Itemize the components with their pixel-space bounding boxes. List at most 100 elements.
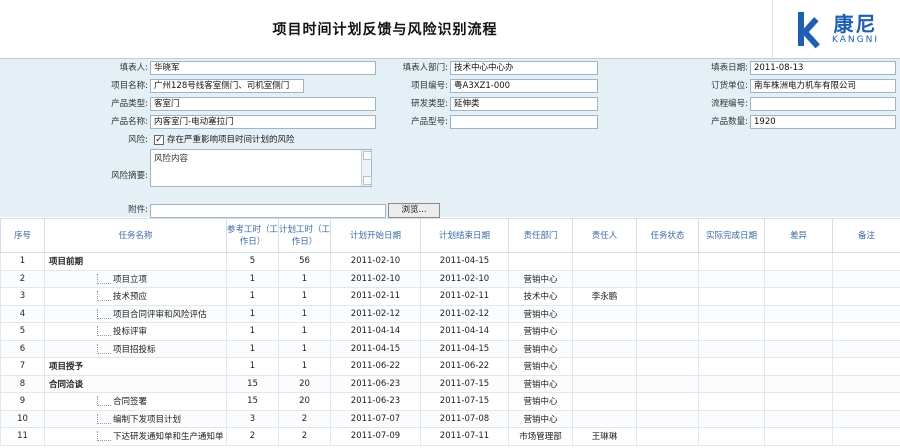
page-header: 项目时间计划反馈与风险识别流程 康尼 KANGNI: [0, 0, 900, 58]
ref-hours: 2: [226, 427, 279, 446]
dept-label: 填表人部门:: [402, 63, 448, 73]
row-number: 1: [0, 252, 45, 271]
project-no-input[interactable]: 粤A3XZ1-000: [450, 79, 598, 93]
task-name: 项目招投标: [44, 339, 227, 358]
plan-hours: 1: [278, 339, 331, 358]
dev-type-input[interactable]: 延伸类: [450, 97, 598, 111]
task-name: 投标评审: [44, 322, 227, 341]
task-status: [636, 339, 699, 358]
risk-summary-text: 风险内容: [154, 154, 189, 164]
plan-end-date: 2011-06-22: [420, 357, 509, 376]
actual-finish-date: [698, 269, 765, 288]
product-type-input[interactable]: 客室门: [150, 97, 376, 111]
row-number: 8: [0, 374, 45, 393]
actual-finish-date: [698, 427, 765, 446]
logo-k-icon: [794, 9, 824, 49]
plan-end-date: 2011-02-11: [420, 287, 509, 306]
table-row[interactable]: 4 项目合同评审和风险评估 1 1 2011-02-12 2011-02-12 营销中心: [0, 304, 900, 323]
plan-start-date: 2011-06-23: [330, 374, 421, 393]
ref-hours: 5: [226, 252, 279, 271]
column-header[interactable]: 备注: [832, 218, 900, 253]
responsible-person: [572, 252, 637, 271]
column-header[interactable]: 差异: [764, 218, 833, 253]
responsible-dept: [508, 252, 573, 271]
column-header[interactable]: 计划结束日期: [420, 218, 509, 253]
project-name-input[interactable]: 广州128号线客室侧门、司机室侧门: [150, 79, 304, 93]
actual-finish-date: [698, 322, 765, 341]
applicant-input[interactable]: 华晓军: [150, 61, 376, 75]
product-qty-input[interactable]: 1920: [750, 115, 896, 129]
remarks: [832, 322, 900, 341]
row-number: 3: [0, 287, 45, 306]
task-name: 项目前期: [44, 252, 227, 271]
ref-hours: 1: [226, 322, 279, 341]
flow-no-input[interactable]: [750, 97, 896, 111]
order-unit-input[interactable]: 南车株洲电力机车有限公司: [750, 79, 896, 93]
product-model-label: 产品型号:: [411, 117, 448, 127]
ref-hours: 1: [226, 304, 279, 323]
column-header[interactable]: 实际完成日期: [698, 218, 765, 253]
task-table-container: 序号 任务名称 参考工时（工作日） 计划工时（工作日） 计划开始日期 计划结束日期 责任部门…: [0, 218, 900, 448]
column-header[interactable]: 计划工时（工作日）: [278, 218, 331, 253]
plan-end-date: 2011-02-12: [420, 304, 509, 323]
table-row[interactable]: 7 项目授予 1 1 2011-06-22 2011-06-22 营销中心: [0, 357, 900, 376]
responsible-person: [572, 409, 637, 428]
variance: [764, 269, 833, 288]
table-row[interactable]: 5 投标评审 1 1 2011-04-14 2011-04-14 营销中心: [0, 322, 900, 341]
tree-connector: [97, 291, 111, 302]
column-header[interactable]: 计划开始日期: [330, 218, 421, 253]
task-name: 技术预应: [44, 287, 227, 306]
product-qty-label: 产品数量:: [711, 117, 748, 127]
date-input[interactable]: 2011-08-13: [750, 61, 896, 75]
remarks: [832, 409, 900, 428]
responsible-dept: 营销中心: [508, 392, 573, 411]
remarks: [832, 252, 900, 271]
plan-hours: 20: [278, 392, 331, 411]
variance: [764, 392, 833, 411]
plan-end-date: 2011-04-14: [420, 322, 509, 341]
actual-finish-date: [698, 287, 765, 306]
browse-button[interactable]: 浏览...: [388, 203, 440, 218]
table-row[interactable]: 9 合同签署 15 20 2011-06-23 2011-07-15 营销中心: [0, 392, 900, 411]
table-row[interactable]: 1 项目前期 5 56 2011-02-10 2011-04-15: [0, 252, 900, 271]
risk-checkbox[interactable]: ✓: [154, 135, 164, 145]
risk-summary-textarea[interactable]: 风险内容: [150, 149, 372, 187]
product-name-input[interactable]: 内客室门-电动塞拉门: [150, 115, 376, 129]
column-header[interactable]: 任务状态: [636, 218, 699, 253]
tree-connector: [97, 326, 111, 337]
column-header[interactable]: 序号: [0, 218, 45, 253]
column-header[interactable]: 责任人: [572, 218, 637, 253]
task-status: [636, 392, 699, 411]
table-row[interactable]: 3 技术预应 1 1 2011-02-11 2011-02-11 技术中心 李永鹏: [0, 287, 900, 306]
column-header[interactable]: 参考工时（工作日）: [226, 218, 279, 253]
textarea-scrollbar[interactable]: [361, 150, 372, 186]
plan-end-date: 2011-02-10: [420, 269, 509, 288]
table-row[interactable]: 6 项目招投标 1 1 2011-04-15 2011-04-15 营销中心: [0, 339, 900, 358]
variance: [764, 339, 833, 358]
plan-end-date: 2011-04-15: [420, 339, 509, 358]
column-header[interactable]: 任务名称: [44, 218, 227, 253]
ref-hours: 1: [226, 287, 279, 306]
table-row[interactable]: 10 编制下发项目计划 3 2 2011-07-07 2011-07-08 营销中心: [0, 409, 900, 428]
ref-hours: 1: [226, 269, 279, 288]
date-label: 填表日期:: [711, 63, 748, 73]
responsible-person: [572, 339, 637, 358]
task-status: [636, 287, 699, 306]
page-title: 项目时间计划反馈与风险识别流程: [272, 22, 498, 38]
responsible-person: 李永鹏: [572, 287, 637, 306]
attachment-input[interactable]: [150, 204, 386, 218]
product-model-input[interactable]: [450, 115, 598, 129]
ref-hours: 3: [226, 409, 279, 428]
plan-start-date: 2011-07-07: [330, 409, 421, 428]
table-row[interactable]: 2 项目立项 1 1 2011-02-10 2011-02-10 营销中心: [0, 269, 900, 288]
table-row[interactable]: 11 下达研发通知单和生产通知单 2 2 2011-07-09 2011-07-11 市场管…: [0, 427, 900, 446]
responsible-dept: 营销中心: [508, 304, 573, 323]
row-number: 10: [0, 409, 45, 428]
tree-connector: [97, 308, 111, 319]
dept-input[interactable]: 技术中心中心办: [450, 61, 598, 75]
responsible-person: [572, 374, 637, 393]
variance: [764, 409, 833, 428]
column-header[interactable]: 责任部门: [508, 218, 573, 253]
table-row[interactable]: 8 合同洽谈 15 20 2011-06-23 2011-07-15 营销中心: [0, 374, 900, 393]
variance: [764, 322, 833, 341]
